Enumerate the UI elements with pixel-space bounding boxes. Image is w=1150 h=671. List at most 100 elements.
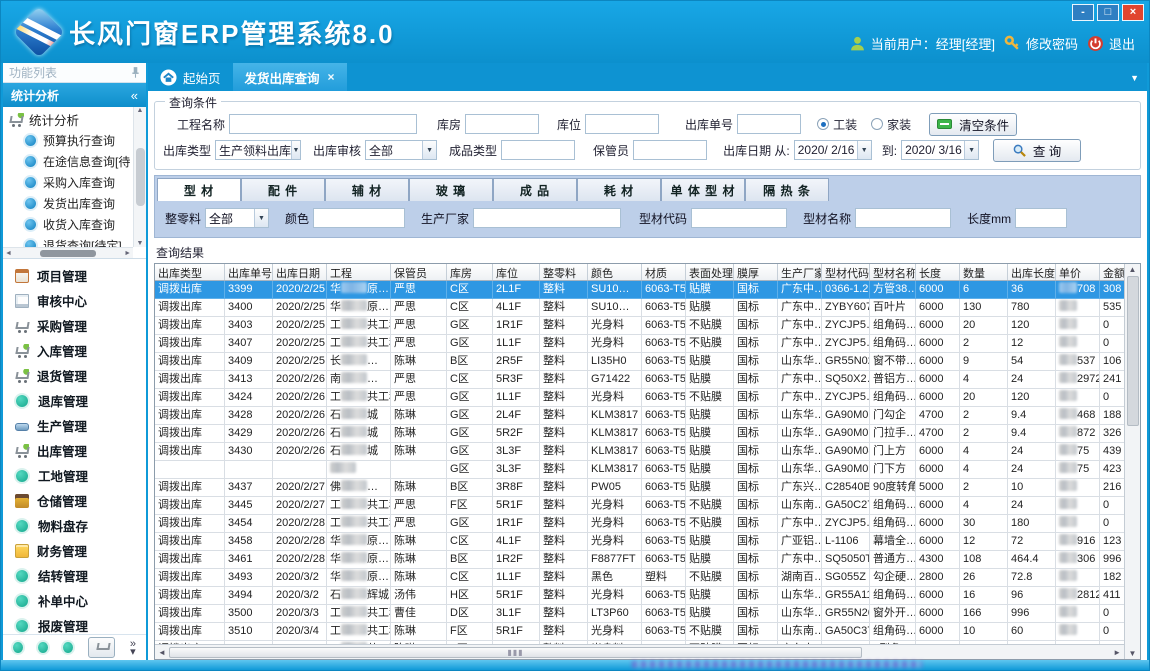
material-tab[interactable]: 玻 璃: [409, 178, 493, 201]
table-row[interactable]: 调拨出库34612020/2/28华原…陈琳B区1R2F整料F8877FT606…: [155, 551, 1124, 569]
order-no-input[interactable]: [737, 114, 801, 134]
column-header[interactable]: 整零料: [540, 264, 588, 280]
table-row[interactable]: 调拨出库34002020/2/25华原…严思C区4L1F整料SU10…6063-…: [155, 299, 1124, 317]
logout-button[interactable]: 退出: [1087, 34, 1135, 53]
radio-jiazhuang[interactable]: [871, 118, 883, 130]
table-row[interactable]: 调拨出库34292020/2/26石城陈琳G区5R2F整料KLM38176063…: [155, 425, 1124, 443]
code-input[interactable]: [691, 208, 787, 228]
audit-select[interactable]: 全部▼: [365, 140, 437, 160]
date-from-select[interactable]: 2020/ 2/16▼: [794, 140, 872, 160]
material-tab[interactable]: 配 件: [241, 178, 325, 201]
tab-shipment-query[interactable]: 发货出库查询 ×: [233, 63, 347, 91]
tree-horizontal-scrollbar[interactable]: ◄►: [3, 247, 133, 258]
table-row[interactable]: 调拨出库34452020/2/27工共工程严思F区5R1F整料光身料6063-T…: [155, 497, 1124, 515]
tree-item[interactable]: 采购入库查询: [9, 172, 133, 193]
material-tab[interactable]: 单 体 型 材: [661, 178, 745, 201]
column-header[interactable]: 长度: [916, 264, 960, 280]
column-header[interactable]: 保管员: [391, 264, 447, 280]
tree-item[interactable]: 收货入库查询: [9, 214, 133, 235]
out-type-select[interactable]: 生产领料出库▼: [215, 140, 301, 160]
sidebar-item-circle[interactable]: 物料盘存: [3, 513, 146, 538]
sidebar-item-circle[interactable]: 结转管理: [3, 563, 146, 588]
module-dot-icon[interactable]: [63, 642, 73, 653]
length-input[interactable]: [1015, 208, 1067, 228]
column-header[interactable]: 金额: [1100, 264, 1126, 280]
sidebar-item-cart-return[interactable]: 退货管理: [3, 363, 146, 388]
warehouse-input[interactable]: [465, 114, 539, 134]
tab-home[interactable]: 起始页: [148, 63, 233, 91]
collapse-icon[interactable]: «: [131, 88, 138, 103]
sidebar-item-clipboard[interactable]: 项目管理: [3, 263, 146, 288]
table-row[interactable]: 调拨出库34542020/2/28工共工程严思G区1R1F整料光身料6063-T…: [155, 515, 1124, 533]
material-tab[interactable]: 型 材: [157, 178, 241, 201]
sidebar-item-folder[interactable]: 财务管理: [3, 538, 146, 563]
column-header[interactable]: 出库单号: [225, 264, 273, 280]
sidebar-item-document[interactable]: 审核中心: [3, 288, 146, 313]
sidebar-item-cart-out[interactable]: 出库管理: [3, 438, 146, 463]
sidebar-item-circle[interactable]: 工地管理: [3, 463, 146, 488]
module-cart-button[interactable]: [88, 637, 115, 658]
tree-root[interactable]: 统计分析: [9, 109, 133, 130]
column-header[interactable]: 生产厂家: [778, 264, 822, 280]
grid-horizontal-scrollbar[interactable]: ◄▮▮▮►: [155, 644, 1124, 659]
column-header[interactable]: 出库长度: [1008, 264, 1056, 280]
grid-vertical-scrollbar[interactable]: ▲▼: [1124, 264, 1140, 659]
table-row[interactable]: 调拨出库34072020/2/25工共工程严思G区1L1F整料光身料6063-T…: [155, 335, 1124, 353]
whole-select[interactable]: 全部▼: [205, 208, 269, 228]
tree-item[interactable]: 在途信息查询[待: [9, 151, 133, 172]
table-row[interactable]: 调拨出库34092020/2/25长…陈琳B区2R5F整料LI35H06063-…: [155, 353, 1124, 371]
column-header[interactable]: 型材代码: [822, 264, 870, 280]
section-header[interactable]: 统计分析 «: [3, 83, 146, 107]
column-header[interactable]: 出库日期: [273, 264, 327, 280]
sidebar-item-circle[interactable]: 退库管理: [3, 388, 146, 413]
tree-item[interactable]: 预算执行查询: [9, 130, 133, 151]
table-row[interactable]: 调拨出库34372020/2/27佛…陈琳B区3R8F整料PW056063-T5…: [155, 479, 1124, 497]
sidebar-item-circle[interactable]: 报废管理: [3, 613, 146, 634]
pin-icon[interactable]: [131, 66, 140, 79]
column-header[interactable]: 工程: [327, 264, 391, 280]
close-button[interactable]: ×: [1122, 4, 1144, 21]
table-row[interactable]: 调拨出库35102020/3/4工共工程陈琳F区5R1F整料光身料6063-T5…: [155, 623, 1124, 641]
change-password-button[interactable]: 修改密码: [1004, 34, 1078, 53]
column-header[interactable]: 出库类型: [155, 264, 225, 280]
tab-overflow-arrow-icon[interactable]: ▼: [1130, 73, 1139, 83]
table-row[interactable]: 调拨出库34242020/2/26工共工程严思G区1L1F整料光身料6063-T…: [155, 389, 1124, 407]
material-tab[interactable]: 成 品: [493, 178, 577, 201]
maximize-button[interactable]: □: [1097, 4, 1119, 21]
minimize-button[interactable]: -: [1072, 4, 1094, 21]
table-row[interactable]: 调拨出库34282020/2/26石城陈琳G区2L4F整料KLM38176063…: [155, 407, 1124, 425]
tree-vertical-scrollbar[interactable]: ▲▼: [133, 107, 146, 247]
column-header[interactable]: 库房: [447, 264, 493, 280]
keeper-input[interactable]: [633, 140, 707, 160]
clear-conditions-button[interactable]: 清空条件: [929, 113, 1017, 136]
table-row[interactable]: 调拨出库35002020/3/3工共工程曹佳D区3L1F整料LT3P606063…: [155, 605, 1124, 623]
table-row[interactable]: 调拨出库34132020/2/26南…严思C区5R3F整料G714226063-…: [155, 371, 1124, 389]
sidebar-item-circle[interactable]: 补单中心: [3, 588, 146, 613]
tree-item[interactable]: 发货出库查询: [9, 193, 133, 214]
tree-item[interactable]: 退货查询[待定]: [9, 235, 133, 247]
table-row[interactable]: 调拨出库33992020/2/25华原…严思C区2L1F整料SU10…6063-…: [155, 281, 1124, 299]
module-dot-icon[interactable]: [38, 642, 48, 653]
table-row[interactable]: 调拨出库34942020/3/2石辉城汤伟H区5R1F整料光身料6063-T5贴…: [155, 587, 1124, 605]
table-row[interactable]: G区3L3F整料KLM38176063-T5贴膜国标山东华…GA90M09.门下…: [155, 461, 1124, 479]
sidebar-item-cart-in[interactable]: 入库管理: [3, 338, 146, 363]
column-header[interactable]: 颜色: [588, 264, 642, 280]
search-button[interactable]: 查 询: [993, 139, 1081, 162]
date-to-select[interactable]: 2020/ 3/16▼: [901, 140, 979, 160]
material-tab[interactable]: 耗 材: [577, 178, 661, 201]
tab-close-icon[interactable]: ×: [328, 70, 335, 84]
column-header[interactable]: 表面处理: [686, 264, 734, 280]
column-header[interactable]: 数量: [960, 264, 1008, 280]
table-row[interactable]: 调拨出库34582020/2/28华原…陈琳C区4L1F整料光身料6063-T5…: [155, 533, 1124, 551]
sidebar-item-cart[interactable]: 采购管理: [3, 313, 146, 338]
material-tab[interactable]: 辅 材: [325, 178, 409, 201]
table-row[interactable]: 调拨出库34032020/2/25工共工程严思G区1R1F整料光身料6063-T…: [155, 317, 1124, 335]
column-header[interactable]: 单价: [1056, 264, 1100, 280]
column-header[interactable]: 材质: [642, 264, 686, 280]
sidebar-more-button[interactable]: »▾: [130, 640, 136, 656]
project-name-input[interactable]: [229, 114, 417, 134]
sidebar-item-warehouse[interactable]: 仓储管理: [3, 488, 146, 513]
color-input[interactable]: [313, 208, 405, 228]
table-row[interactable]: 调拨出库34302020/2/26石城陈琳G区3L3F整料KLM38176063…: [155, 443, 1124, 461]
module-dot-icon[interactable]: [13, 642, 23, 653]
